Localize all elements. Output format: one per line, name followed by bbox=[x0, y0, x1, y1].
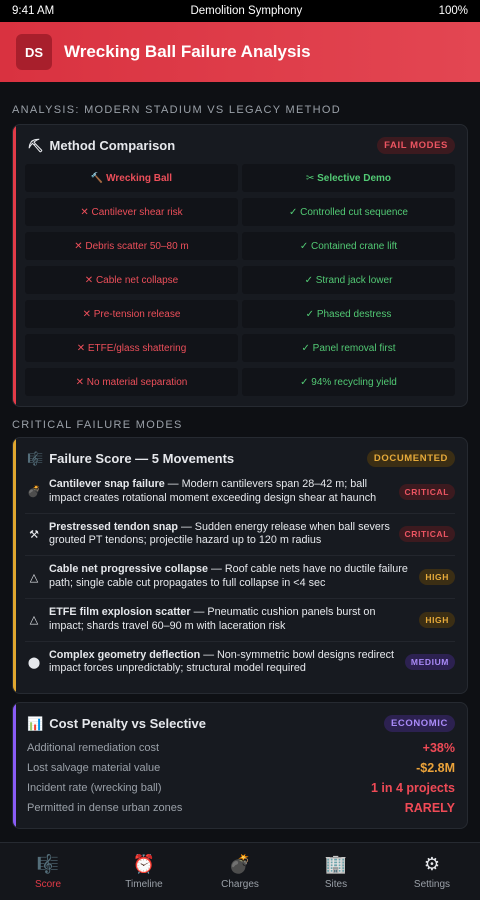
selective-demo-benefit: ✓ Phased destress bbox=[242, 300, 455, 328]
wrecking-ball-risk: ✕ Debris scatter 50–80 m bbox=[25, 232, 238, 260]
card-title-text: Cost Penalty vs Selective bbox=[49, 716, 206, 732]
failure-item[interactable]: △ Cable net progressive collapse — Roof c… bbox=[25, 556, 455, 599]
cost-label: Permitted in dense urban zones bbox=[27, 802, 183, 815]
wrecking-ball-header: 🔨 Wrecking Ball bbox=[25, 164, 238, 192]
selective-demo-benefit: ✓ 94% recycling yield bbox=[242, 368, 455, 396]
cost-value: 1 in 4 projects bbox=[370, 781, 455, 796]
chart-icon: 📊 bbox=[27, 715, 44, 731]
status-bar: 9:41 AM Demolition Symphony 100% bbox=[0, 0, 480, 22]
score-icon: 🎼 bbox=[27, 450, 44, 466]
gear-icon: ⚙ bbox=[423, 853, 441, 874]
app-logo[interactable]: DS bbox=[16, 34, 52, 70]
card-title-failures: 🎼 Failure Score — 5 Movements bbox=[27, 451, 234, 467]
method-comparison-card: ⛏ Method Comparison FAIL MODES 🔨 Wreckin… bbox=[12, 124, 468, 407]
card-title-cost: 📊 Cost Penalty vs Selective bbox=[27, 716, 206, 732]
card-title-comparison: ⛏ Method Comparison bbox=[27, 138, 175, 154]
tab-label: Settings bbox=[413, 878, 451, 890]
cost-label: Additional remediation cost bbox=[27, 742, 160, 755]
failure-title: Complex geometry deflection bbox=[49, 648, 201, 661]
card-title-text: Method Comparison bbox=[49, 138, 176, 153]
wrecking-ball-risk: ✕ Cantilever shear risk bbox=[25, 198, 238, 226]
failure-icon: 💣 bbox=[27, 486, 41, 499]
bomb-icon: 💣 bbox=[228, 853, 252, 874]
severity-badge: HIGH bbox=[419, 569, 455, 586]
cost-row: Additional remediation cost +38% bbox=[25, 738, 455, 758]
cost-value: RARELY bbox=[404, 801, 455, 816]
tab-label: Score bbox=[34, 878, 62, 890]
wrecking-ball-risk: ✕ No material separation bbox=[25, 368, 238, 396]
score-icon: 🎼 bbox=[36, 853, 60, 874]
status-time: 9:41 AM bbox=[12, 5, 55, 17]
cost-row: Lost salvage material value -$2.8M bbox=[25, 758, 455, 778]
wrecking-ball-risk: ✕ Pre-tension release bbox=[25, 300, 238, 328]
severity-badge: CRITICAL bbox=[398, 526, 455, 543]
tab-charges[interactable]: 💣 Charges bbox=[200, 854, 280, 890]
failure-title: Prestressed tendon snap bbox=[49, 520, 179, 533]
failure-list: 💣 Cantilever snap failure — Modern cantil… bbox=[25, 471, 455, 683]
tab-score[interactable]: 🎼 Score bbox=[8, 854, 88, 890]
status-title: Demolition Symphony bbox=[190, 5, 303, 17]
failure-icon: ⬤ bbox=[27, 656, 41, 669]
tab-sites[interactable]: 🏢 Sites bbox=[296, 854, 376, 890]
documented-badge: DOCUMENTED bbox=[366, 450, 455, 467]
failure-title: Cable net progressive collapse bbox=[49, 563, 209, 576]
failure-icon: ⚒ bbox=[29, 528, 39, 541]
tab-label: Sites bbox=[324, 878, 348, 890]
fail-modes-badge: FAIL MODES bbox=[377, 137, 455, 154]
selective-demo-benefit: ✓ Contained crane lift bbox=[242, 232, 455, 260]
selective-demo-benefit: ✓ Controlled cut sequence bbox=[242, 198, 455, 226]
selective-demo-header: ✂ Selective Demo bbox=[242, 164, 455, 192]
failure-icon: △ bbox=[29, 571, 39, 584]
selective-demo-benefit: ✓ Strand jack lower bbox=[242, 266, 455, 294]
cost-label: Lost salvage material value bbox=[27, 762, 161, 775]
building-icon: 🏢 bbox=[324, 853, 348, 874]
failure-item[interactable]: △ ETFE film explosion scatter — Pneumatic… bbox=[25, 599, 455, 642]
page-title: Wrecking Ball Failure Analysis bbox=[64, 42, 311, 61]
failure-score-card: 🎼 Failure Score — 5 Movements DOCUMENTED… bbox=[12, 437, 468, 695]
failure-text: Prestressed tendon snap — Sudden energy … bbox=[49, 521, 391, 549]
tab-settings[interactable]: ⚙ Settings bbox=[392, 854, 472, 890]
section-label-failures: CRITICAL FAILURE MODES bbox=[12, 419, 183, 431]
failure-text: ETFE film explosion scatter — Pneumatic … bbox=[49, 606, 411, 634]
tab-label: Charges bbox=[221, 878, 259, 890]
cost-penalty-card: 📊 Cost Penalty vs Selective ECONOMIC Add… bbox=[12, 702, 468, 830]
tab-bar: 🎼 Score ⏰ Timeline 💣 Charges 🏢 Sites ⚙ Settings bbox=[0, 842, 480, 900]
wrecking-ball-risk: ✕ ETFE/glass shattering bbox=[25, 334, 238, 362]
comparison-grid: 🔨 Wrecking Ball ✂ Selective Demo ✕ Canti… bbox=[25, 164, 455, 396]
failure-text: Cantilever snap failure — Modern cantile… bbox=[49, 478, 391, 506]
failure-text: Cable net progressive collapse — Roof ca… bbox=[49, 563, 411, 591]
cost-value: +38% bbox=[422, 741, 455, 756]
economic-badge: ECONOMIC bbox=[383, 715, 455, 733]
failure-icon: △ bbox=[29, 614, 39, 627]
severity-badge: CRITICAL bbox=[398, 483, 455, 500]
failure-item[interactable]: ⬤ Complex geometry deflection — Non-symme… bbox=[25, 642, 455, 684]
cost-label: Incident rate (wrecking ball) bbox=[27, 782, 162, 795]
cost-row: Incident rate (wrecking ball) 1 in 4 proj… bbox=[25, 778, 455, 798]
severity-badge: HIGH bbox=[419, 611, 455, 628]
card-title-text: Failure Score — 5 Movements bbox=[49, 451, 235, 466]
tab-timeline[interactable]: ⏰ Timeline bbox=[104, 854, 184, 890]
pick-icon: ⛏ bbox=[27, 137, 44, 153]
alarm-clock-icon: ⏰ bbox=[132, 853, 156, 874]
cost-row: Permitted in dense urban zones RARELY bbox=[25, 798, 455, 818]
app-header: DS Wrecking Ball Failure Analysis bbox=[0, 22, 480, 82]
wrecking-ball-risk: ✕ Cable net collapse bbox=[25, 266, 238, 294]
failure-title: ETFE film explosion scatter bbox=[49, 605, 191, 618]
failure-item[interactable]: ⚒ Prestressed tendon snap — Sudden energy… bbox=[25, 514, 455, 557]
cost-value: -$2.8M bbox=[416, 761, 455, 776]
severity-badge: MEDIUM bbox=[404, 654, 455, 671]
status-battery: 100% bbox=[438, 5, 468, 17]
main-content: ANALYSIS: MODERN STADIUM VS LEGACY METHO… bbox=[0, 104, 480, 830]
cost-list: Additional remediation cost +38% Lost salv… bbox=[25, 738, 455, 818]
section-label-analysis: ANALYSIS: MODERN STADIUM VS LEGACY METHO… bbox=[12, 104, 341, 116]
tab-label: Timeline bbox=[125, 878, 163, 890]
failure-text: Complex geometry deflection — Non-symmet… bbox=[49, 649, 397, 677]
failure-item[interactable]: 💣 Cantilever snap failure — Modern cantil… bbox=[25, 471, 455, 514]
failure-title: Cantilever snap failure bbox=[49, 478, 165, 490]
selective-demo-benefit: ✓ Panel removal first bbox=[242, 334, 455, 362]
